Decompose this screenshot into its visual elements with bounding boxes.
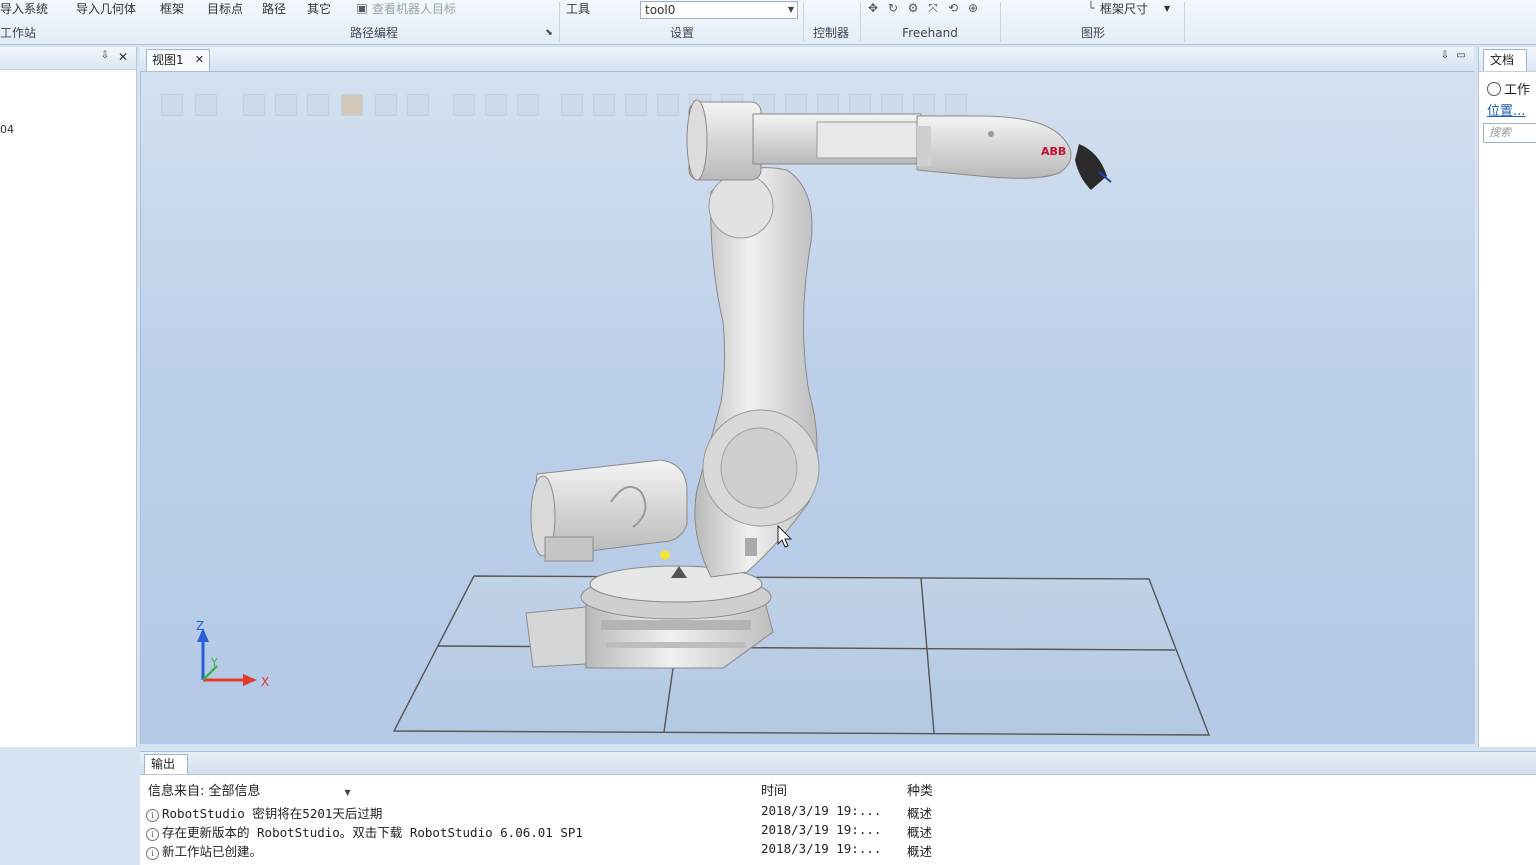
frame-size-icon: └ <box>1087 1 1095 15</box>
search-input[interactable]: 搜索 <box>1483 123 1536 143</box>
group-freehand: Freehand <box>902 26 958 40</box>
message-category: 概述 <box>907 806 933 821</box>
view-robot-target-button[interactable]: 查看机器人目标 <box>372 0 456 18</box>
import-geometry-button[interactable]: 导入几何体 <box>76 0 136 18</box>
message-text: RobotStudio 密钥将在5201天后过期 <box>162 806 383 821</box>
ribbon-divider <box>1184 2 1185 42</box>
freehand-jog-linear-icon[interactable]: ⤧ <box>926 1 940 15</box>
message-time: 2018/3/19 19:... <box>761 803 882 818</box>
info-icon: i <box>146 809 159 822</box>
table-row[interactable]: i 存在更新版本的 RobotStudio。双击下载 RobotStudio 6.… <box>146 822 1536 841</box>
output-panel: 输出 信息来自: 全部信息 ▼ 时间 种类 i RobotStudio 密钥将在52… <box>140 751 1536 865</box>
freehand-jog-joint-icon[interactable]: ⚙ <box>906 1 920 15</box>
import-system-button[interactable]: 导入系统 <box>0 0 48 18</box>
ribbon-divider <box>860 2 861 42</box>
pin-dropdown-icon[interactable]: ⇩ <box>98 50 112 61</box>
tab-output[interactable]: 输出 <box>144 754 188 774</box>
tab-label: 文档 <box>1490 53 1515 67</box>
group-graphics: 图形 <box>1080 26 1105 40</box>
panel-header: 文档 <box>1479 47 1536 72</box>
path-button[interactable]: 路径 <box>262 0 286 18</box>
frame-button[interactable]: 框架 <box>160 0 184 18</box>
axis-y-label: Y <box>210 656 218 669</box>
tab-documents[interactable]: 文档 <box>1483 49 1527 71</box>
tab-label: 输出 <box>151 757 176 771</box>
group-path-programming: 路径编程 <box>349 26 398 40</box>
message-time: 2018/3/19 19:... <box>761 841 882 856</box>
robot-upper-arm: ABB <box>686 99 1112 190</box>
table-row[interactable]: i 新工作站已创建。 2018/3/19 19:... 概述 <box>146 841 1536 860</box>
location-link[interactable]: 位置... <box>1487 100 1525 119</box>
documents-panel: 文档 工作 位置... 搜索 <box>1478 47 1536 747</box>
message-text: 存在更新版本的 RobotStudio。双击下载 RobotStudio 6.0… <box>162 825 583 840</box>
ribbon-divider <box>803 2 804 42</box>
group-settings: 设置 <box>669 26 694 40</box>
ribbon-divider <box>559 2 560 42</box>
table-row[interactable]: i RobotStudio 密钥将在5201天后过期 2018/3/19 19:.… <box>146 803 1536 822</box>
tree-item[interactable]: 04 <box>0 123 14 136</box>
chevron-down-icon: ▼ <box>344 788 351 797</box>
abb-logo: ABB <box>1041 145 1066 158</box>
tool-label: 工具 <box>566 2 591 16</box>
workstation-radio[interactable]: 工作 <box>1487 79 1530 98</box>
info-icon: i <box>146 828 159 841</box>
filter-label: 信息来自: 全部信息 <box>148 784 261 799</box>
pin-dropdown-icon[interactable]: ⇩ <box>1438 50 1452 61</box>
chevron-down-icon: ▼ <box>787 5 794 14</box>
column-header-time[interactable]: 时间 <box>761 780 787 799</box>
document-tab-strip: 视图1 ✕ ⇩ ▭ <box>140 47 1474 72</box>
frame-size-button[interactable]: 框架尺寸 <box>1100 0 1148 18</box>
floor-grid <box>392 575 1211 736</box>
group-controller: 控制器 <box>812 26 849 40</box>
freehand-reorient-icon[interactable]: ⟲ <box>946 1 960 15</box>
other-button[interactable]: 其它 <box>307 0 331 18</box>
dialog-launcher-icon[interactable]: ⬊ <box>542 25 556 41</box>
radio-icon[interactable] <box>1487 82 1501 96</box>
axis-triad: Z X Y <box>196 619 269 689</box>
axis-x-label: X <box>261 675 269 689</box>
maximize-icon[interactable]: ▭ <box>1454 50 1468 61</box>
panel-header: ⇩ ✕ <box>0 47 136 70</box>
info-icon: i <box>146 847 159 860</box>
freehand-move-icon[interactable]: ✥ <box>866 1 880 15</box>
message-text: 新工作站已创建。 <box>162 844 263 859</box>
robot-scene: ABB Z X Y <box>196 99 1211 736</box>
tool-select-value: tool0 <box>645 3 676 17</box>
target-button[interactable]: 目标点 <box>207 0 243 18</box>
freehand-multi-robot-icon[interactable]: ⊕ <box>966 1 980 15</box>
3d-viewport[interactable]: ABB Z X Y <box>140 72 1475 744</box>
chevron-down-icon: ▼ <box>1164 4 1171 13</box>
radio-label: 工作 <box>1504 83 1531 98</box>
column-header-category[interactable]: 种类 <box>907 780 933 799</box>
group-station: 工作站 <box>0 26 37 40</box>
tab-label: 视图1 <box>152 53 184 67</box>
axis-z-label: Z <box>196 619 204 633</box>
message-time: 2018/3/19 19:... <box>761 822 882 837</box>
close-icon[interactable]: ✕ <box>195 50 204 70</box>
message-category: 概述 <box>907 825 933 840</box>
ribbon-divider <box>1000 2 1001 42</box>
tool-select[interactable]: tool0 ▼ <box>640 1 798 19</box>
message-category: 概述 <box>907 844 933 859</box>
view-target-icon: ▣ <box>356 1 368 15</box>
message-source-filter[interactable]: 信息来自: 全部信息 ▼ <box>148 780 351 799</box>
robot-counterweight <box>530 459 688 562</box>
tab-view1[interactable]: 视图1 ✕ <box>146 49 210 71</box>
freehand-rotate-icon[interactable]: ↻ <box>886 1 900 15</box>
ribbon: 导入系统 导入几何体 框架 目标点 路径 其它 ▣ 查看机器人目标 工具 too… <box>0 0 1536 45</box>
close-icon[interactable]: ✕ <box>116 50 130 64</box>
output-tab-bar: 输出 <box>140 752 1536 775</box>
layout-browser-panel: ⇩ ✕ 04 <box>0 47 137 747</box>
